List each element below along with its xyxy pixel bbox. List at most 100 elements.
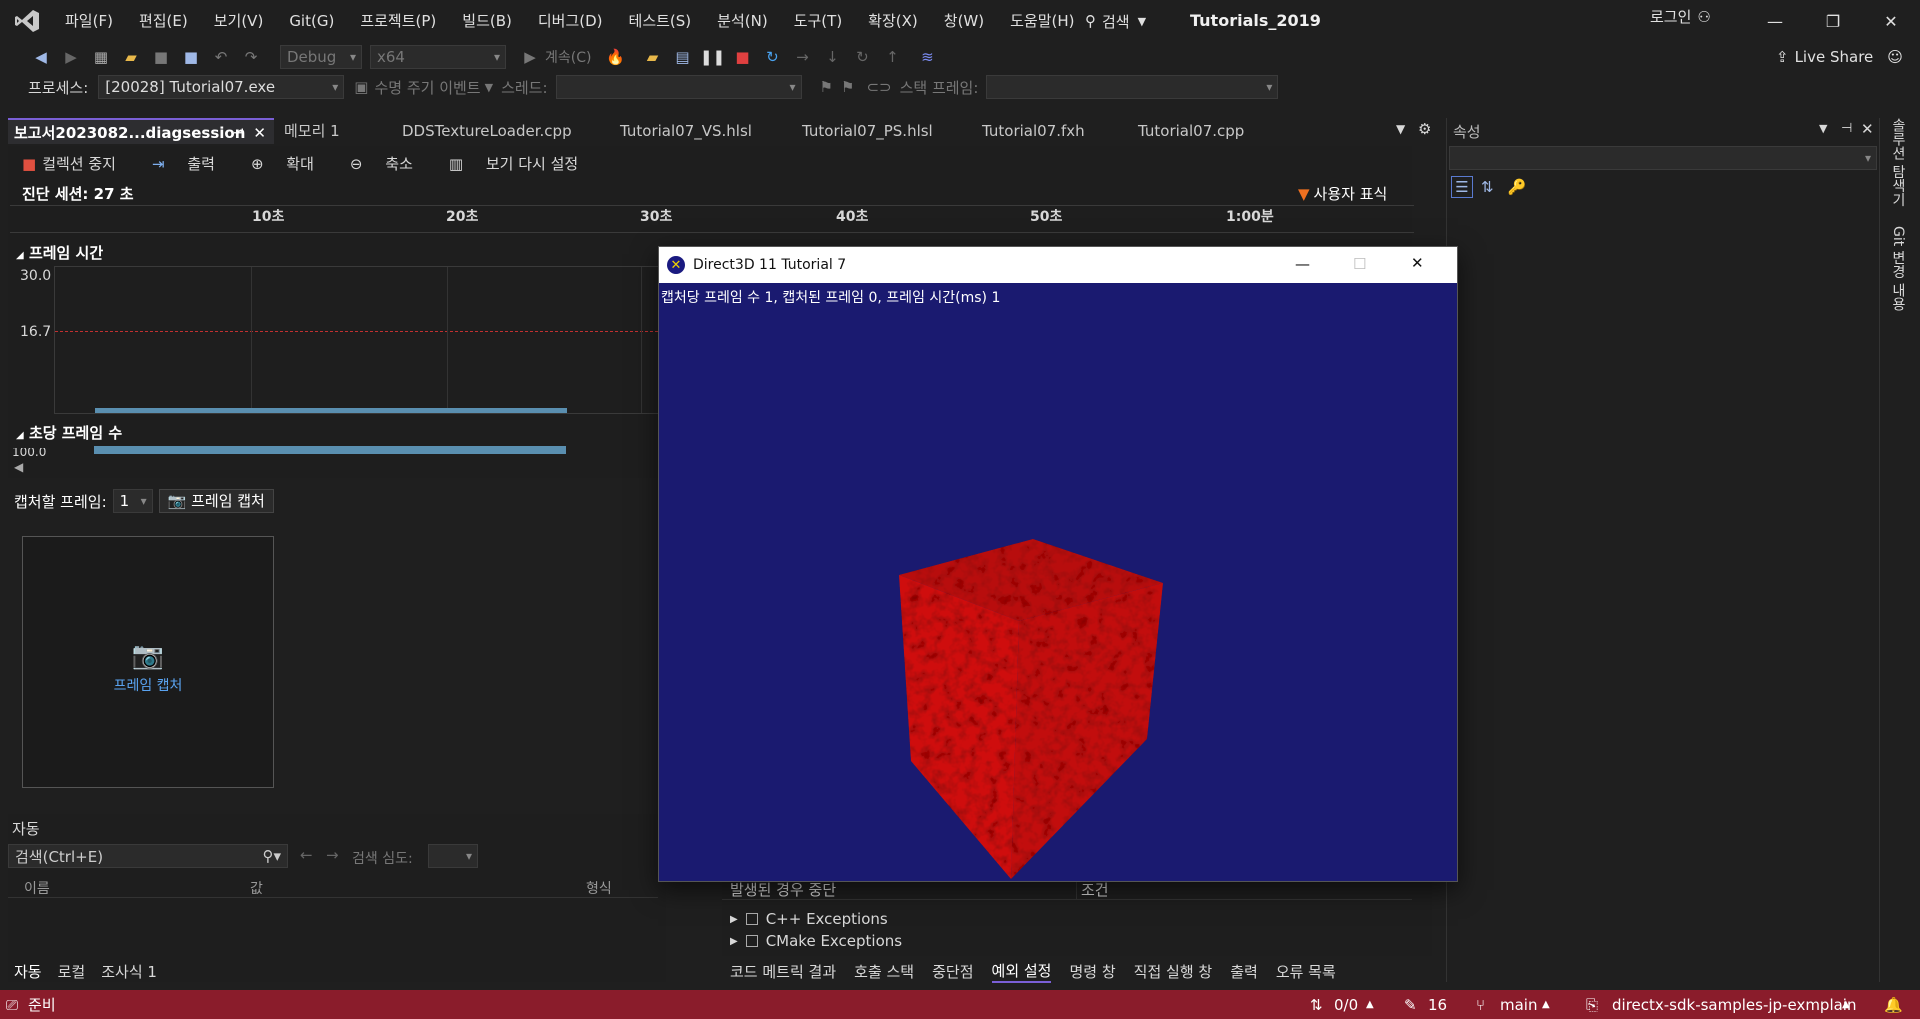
lifecycle-events-dropdown[interactable]: 수명 주기 이벤트 <box>374 77 480 98</box>
col-break-when-thrown[interactable]: 발생된 경우 중단 <box>730 879 836 900</box>
sync-count[interactable]: 0/0 <box>1334 996 1358 1014</box>
expand-icon[interactable]: ▶ <box>730 936 738 947</box>
step-into-icon[interactable]: ↓ <box>822 47 842 67</box>
stop-collection-button[interactable]: ■ 컬렉션 중지 <box>12 153 134 174</box>
user-marks-button[interactable]: ▼ 사용자 표식 <box>1298 183 1387 204</box>
live-share-button[interactable]: ⇪ Live Share ☺ <box>1776 48 1903 66</box>
repo-icon[interactable]: ⎘ <box>1586 996 1598 1014</box>
col-value[interactable]: 값 <box>250 878 263 898</box>
play-icon[interactable]: ▶ <box>520 47 540 67</box>
menu-view[interactable]: 보기(V) <box>201 0 277 42</box>
output-button[interactable]: ⇥ 출력 <box>152 153 233 174</box>
save-icon[interactable]: ■ <box>151 47 171 67</box>
property-pages-icon[interactable]: 🔑 <box>1508 178 1527 196</box>
exception-row[interactable]: ▶ CMake Exceptions <box>730 932 902 950</box>
process-icon[interactable]: ▰ <box>642 47 662 67</box>
tab-diagsession[interactable]: 보고서2023082...diagsession ⊣ ✕ <box>8 118 274 144</box>
threads-icon[interactable]: ≋ <box>917 47 937 67</box>
gear-icon[interactable]: ⚙ <box>1418 120 1431 138</box>
sync-icon[interactable]: ⇅ <box>1310 996 1323 1014</box>
fps-chart[interactable] <box>94 446 566 454</box>
thread-dropdown[interactable] <box>555 75 802 99</box>
continue-label[interactable]: 계속(C) <box>545 47 591 67</box>
tab-cpp[interactable]: Tutorial07.cpp <box>1132 118 1292 144</box>
forward-icon[interactable]: → <box>326 846 339 864</box>
repo-name[interactable]: directx-sdk-samples-jp-exmplain <box>1612 996 1856 1014</box>
tab-output[interactable]: 출력 <box>1230 961 1258 982</box>
minimize-icon[interactable]: — <box>1295 255 1310 273</box>
undo-icon[interactable]: ↶ <box>211 47 231 67</box>
pin-icon[interactable]: ⊣ <box>1841 121 1852 136</box>
close-button[interactable]: ✕ <box>1862 0 1920 42</box>
hot-reload-icon[interactable]: 🔥 <box>605 47 625 67</box>
back-icon[interactable]: ← <box>300 846 313 864</box>
tab-breakpoints[interactable]: 중단점 <box>932 961 973 982</box>
search-icon[interactable]: ⚲▾ <box>262 847 281 865</box>
step-back-icon[interactable]: ↻ <box>852 47 872 67</box>
menu-tools[interactable]: 도구(T) <box>781 0 855 42</box>
categorized-icon[interactable]: ☰ <box>1451 176 1473 198</box>
menu-window[interactable]: 창(W) <box>931 0 997 42</box>
menu-analyze[interactable]: 분석(N) <box>704 0 781 42</box>
redo-icon[interactable]: ↷ <box>241 47 261 67</box>
config-dropdown[interactable]: Debug <box>280 45 362 69</box>
search-depth-dropdown[interactable] <box>428 844 478 868</box>
menu-test[interactable]: 테스트(S) <box>616 0 705 42</box>
close-icon[interactable]: ✕ <box>1411 254 1424 272</box>
pause-icon[interactable]: ❚❚ <box>700 47 725 67</box>
open-folder-icon[interactable]: ▰ <box>121 47 141 67</box>
tab-git-changes[interactable]: Git 변경 내용 <box>1888 226 1908 311</box>
pencil-icon[interactable]: ✎ <box>1404 996 1417 1014</box>
frame-time-chart[interactable] <box>54 266 674 414</box>
tab-command-window[interactable]: 명령 창 <box>1069 961 1115 982</box>
tab-list-icon[interactable]: ▼ <box>1396 122 1405 136</box>
scroll-left-icon[interactable]: ◀ <box>14 460 23 474</box>
process-dropdown[interactable]: [20028] Tutorial07.exe <box>98 75 345 99</box>
direct3d-window[interactable]: ✕ Direct3D 11 Tutorial 7 — ☐ ✕ 캡처당 프레임 수… <box>658 246 1458 882</box>
col-type[interactable]: 형식 <box>586 878 612 898</box>
alphabetical-icon[interactable]: ⇅ <box>1481 178 1494 196</box>
edit-count[interactable]: 16 <box>1428 996 1447 1014</box>
tab-call-stack[interactable]: 호출 스택 <box>854 961 914 982</box>
notification-icon[interactable]: 🔔 <box>1884 996 1903 1014</box>
tab-watch1[interactable]: 조사식 1 <box>101 961 157 982</box>
checkbox[interactable] <box>745 913 758 925</box>
close-icon[interactable]: ✕ <box>253 120 266 146</box>
properties-object-dropdown[interactable] <box>1449 146 1877 170</box>
menu-debug[interactable]: 디버그(D) <box>525 0 616 42</box>
tab-ddstextureloader[interactable]: DDSTextureLoader.cpp <box>396 118 610 144</box>
autos-search-input[interactable]: 검색(Ctrl+E) ⚲▾ <box>8 844 288 868</box>
step-out-icon[interactable]: ↑ <box>882 47 902 67</box>
menu-extensions[interactable]: 확장(X) <box>855 0 931 42</box>
tab-error-list[interactable]: 오류 목록 <box>1276 961 1336 982</box>
tab-fxh[interactable]: Tutorial07.fxh <box>976 118 1132 144</box>
close-icon[interactable]: ✕ <box>1861 120 1874 138</box>
forward-icon[interactable]: ▶ <box>61 47 81 67</box>
tab-vs-hlsl[interactable]: Tutorial07_VS.hlsl <box>614 118 794 144</box>
menu-file[interactable]: 파일(F) <box>52 0 126 42</box>
tab-solution-explorer[interactable]: 솔루션 탐색기 <box>1888 118 1908 206</box>
pin-icon[interactable]: ⊣ <box>233 120 244 146</box>
reset-view-button[interactable]: ▥ 보기 다시 설정 <box>449 153 596 174</box>
flag-icon[interactable]: ⚑ <box>820 78 833 96</box>
tab-ps-hlsl[interactable]: Tutorial07_PS.hlsl <box>796 118 976 144</box>
save-all-icon[interactable]: ■ <box>181 47 201 67</box>
chevron-down-icon[interactable]: ▼ <box>1819 122 1827 135</box>
stack-frame-dropdown[interactable] <box>986 75 1279 99</box>
tab-autos[interactable]: 자동 <box>14 961 42 982</box>
feedback-icon[interactable]: ☺ <box>1887 48 1903 66</box>
menu-help[interactable]: 도움말(H) <box>997 0 1087 42</box>
flag-all-icon[interactable]: ⚑ <box>841 78 854 96</box>
branch-name[interactable]: main <box>1500 996 1537 1014</box>
maximize-icon[interactable]: ☐ <box>1353 255 1366 273</box>
time-ruler[interactable]: 10초 20초 30초 40초 50초 1:00분 <box>10 205 1414 233</box>
login-button[interactable]: 로그인 ⚇ <box>1650 6 1711 27</box>
capture-frame-button[interactable]: 📷 프레임 캡처 <box>158 489 274 513</box>
fps-heading[interactable]: ◢ 초당 프레임 수 <box>16 422 122 443</box>
visual-studio-logo-icon[interactable] <box>14 8 40 34</box>
step-over-icon[interactable]: → <box>792 47 812 67</box>
direct3d-title-bar[interactable]: ✕ Direct3D 11 Tutorial 7 — ☐ ✕ <box>659 247 1457 283</box>
frame-time-heading[interactable]: ◢ 프레임 시간 <box>16 242 103 263</box>
tab-exception-settings[interactable]: 예외 설정 <box>991 960 1052 983</box>
zoom-in-button[interactable]: ⊕ 확대 <box>251 153 332 174</box>
